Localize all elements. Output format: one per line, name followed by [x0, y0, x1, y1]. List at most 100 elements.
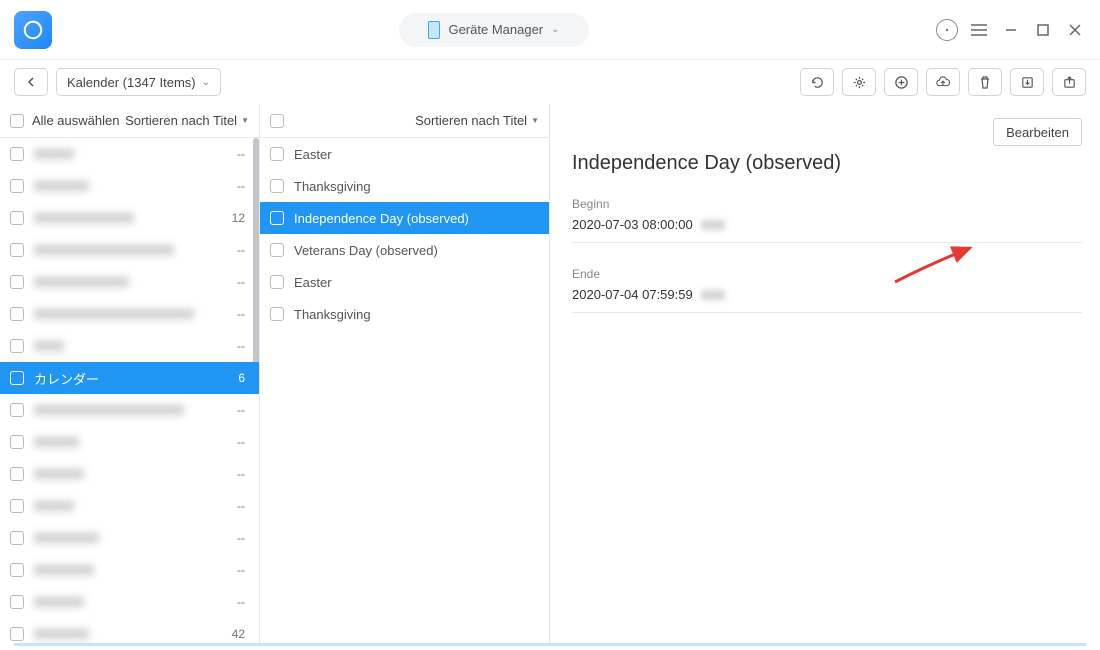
list-item[interactable]: Veterans Day (observed) — [260, 234, 549, 266]
blurred-text — [34, 405, 184, 415]
row-checkbox[interactable] — [10, 595, 24, 609]
list-item[interactable]: カレンダー 6 — [0, 362, 259, 394]
minimize-icon[interactable] — [1000, 19, 1022, 41]
event-title: Independence Day (observed) — [572, 152, 1082, 175]
select-all-checkbox[interactable] — [270, 114, 284, 128]
list-item[interactable]: Easter — [260, 138, 549, 170]
list-item[interactable]: -- — [0, 330, 259, 362]
blurred-text — [34, 341, 64, 351]
select-all-checkbox[interactable] — [10, 114, 24, 128]
bottom-accent — [14, 643, 1086, 646]
blurred-text — [34, 277, 129, 287]
row-checkbox[interactable] — [270, 307, 284, 321]
list-item[interactable]: -- — [0, 458, 259, 490]
row-checkbox[interactable] — [10, 179, 24, 193]
sort-label: Sortieren nach Titel — [415, 113, 527, 128]
item-count: -- — [237, 563, 249, 577]
list-item[interactable]: Thanksgiving — [260, 298, 549, 330]
back-button[interactable] — [14, 68, 48, 96]
row-checkbox[interactable] — [10, 147, 24, 161]
row-checkbox[interactable] — [10, 371, 24, 385]
edit-button[interactable]: Bearbeiten — [993, 118, 1082, 146]
phone-icon — [428, 21, 440, 39]
item-count: -- — [237, 243, 249, 257]
item-label: カレンダー — [34, 369, 99, 388]
import-button[interactable] — [1010, 68, 1044, 96]
select-all-label: Alle auswählen — [32, 113, 119, 128]
item-count: 12 — [232, 211, 249, 225]
item-count: -- — [237, 435, 249, 449]
list-item[interactable]: -- — [0, 394, 259, 426]
row-checkbox[interactable] — [10, 563, 24, 577]
row-checkbox[interactable] — [270, 147, 284, 161]
col2-header: Sortieren nach Titel ▼ — [260, 104, 549, 138]
col2-sort[interactable]: Sortieren nach Titel ▼ — [415, 113, 539, 128]
add-button[interactable] — [884, 68, 918, 96]
list-item[interactable]: 42 — [0, 618, 259, 644]
blurred-text — [34, 469, 84, 479]
row-checkbox[interactable] — [10, 435, 24, 449]
item-count: -- — [237, 275, 249, 289]
device-selector[interactable]: Geräte Manager ⌄ — [399, 13, 589, 47]
cloud-button[interactable] — [926, 68, 960, 96]
row-checkbox[interactable] — [270, 211, 284, 225]
app-logo — [14, 11, 52, 49]
row-checkbox[interactable] — [270, 243, 284, 257]
device-label: Geräte Manager — [448, 22, 543, 37]
row-checkbox[interactable] — [10, 339, 24, 353]
begin-value: 2020-07-03 08:00:00 — [572, 217, 1082, 243]
header-controls — [936, 19, 1086, 41]
blurred-text — [34, 181, 89, 191]
row-checkbox[interactable] — [10, 403, 24, 417]
list-item[interactable]: Thanksgiving — [260, 170, 549, 202]
triangle-down-icon: ▼ — [531, 116, 539, 125]
list-item[interactable]: -- — [0, 170, 259, 202]
row-checkbox[interactable] — [10, 627, 24, 641]
maximize-icon[interactable] — [1032, 19, 1054, 41]
item-count: 6 — [238, 371, 249, 385]
list-item[interactable]: -- — [0, 138, 259, 170]
help-icon[interactable] — [936, 19, 958, 41]
col1-sort[interactable]: Sortieren nach Titel ▼ — [125, 113, 249, 128]
list-item[interactable]: Easter — [260, 266, 549, 298]
blurred-text — [34, 565, 94, 575]
list-item[interactable]: -- — [0, 554, 259, 586]
item-count: 42 — [232, 627, 249, 641]
item-count: -- — [237, 531, 249, 545]
delete-button[interactable] — [968, 68, 1002, 96]
row-checkbox[interactable] — [10, 275, 24, 289]
item-label: Thanksgiving — [294, 179, 371, 194]
blurred-text — [34, 597, 84, 607]
list-item[interactable]: -- — [0, 266, 259, 298]
settings-button[interactable] — [842, 68, 876, 96]
item-count: -- — [237, 339, 249, 353]
list-item[interactable]: Independence Day (observed) — [260, 202, 549, 234]
row-checkbox[interactable] — [10, 243, 24, 257]
row-checkbox[interactable] — [10, 531, 24, 545]
breadcrumb-dropdown[interactable]: Kalender (1347 Items) ⌄ — [56, 68, 221, 96]
item-count: -- — [237, 307, 249, 321]
blurred-text — [34, 533, 99, 543]
list-item[interactable]: -- — [0, 490, 259, 522]
export-button[interactable] — [1052, 68, 1086, 96]
list-item[interactable]: -- — [0, 298, 259, 330]
row-checkbox[interactable] — [10, 307, 24, 321]
menu-icon[interactable] — [968, 19, 990, 41]
refresh-button[interactable] — [800, 68, 834, 96]
list-item[interactable]: -- — [0, 586, 259, 618]
list-item[interactable]: 12 — [0, 202, 259, 234]
blurred-text — [34, 437, 79, 447]
item-label: Thanksgiving — [294, 307, 371, 322]
row-checkbox[interactable] — [270, 275, 284, 289]
row-checkbox[interactable] — [10, 499, 24, 513]
row-checkbox[interactable] — [270, 179, 284, 193]
end-value: 2020-07-04 07:59:59 — [572, 287, 1082, 313]
toolbar: Kalender (1347 Items) ⌄ — [0, 60, 1100, 104]
close-icon[interactable] — [1064, 19, 1086, 41]
list-item[interactable]: -- — [0, 234, 259, 266]
list-item[interactable]: -- — [0, 426, 259, 458]
list-item[interactable]: -- — [0, 522, 259, 554]
row-checkbox[interactable] — [10, 211, 24, 225]
row-checkbox[interactable] — [10, 467, 24, 481]
blurred-text — [34, 309, 194, 319]
